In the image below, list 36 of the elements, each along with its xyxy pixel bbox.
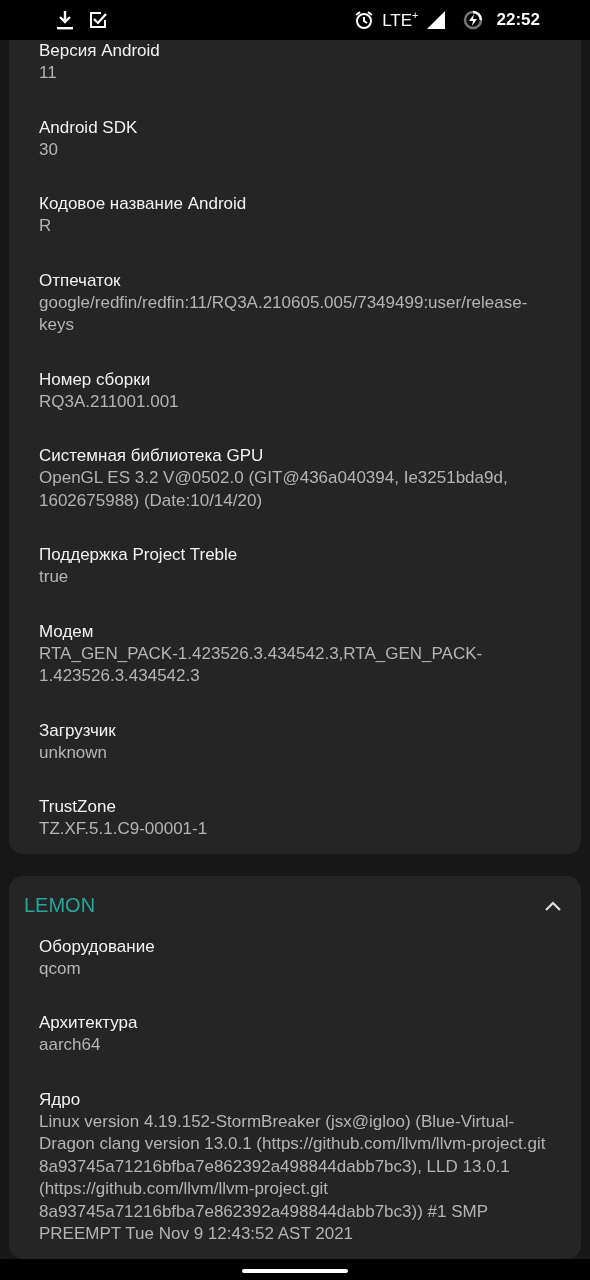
property-label: Модем (39, 620, 95, 643)
property-value: 11 (39, 62, 58, 84)
property-label: Кодовое название Android (39, 193, 248, 215)
clock-time: 22:52 (496, 10, 540, 30)
home-handle[interactable] (242, 1268, 348, 1273)
property-label: Загрузчик (39, 719, 117, 742)
battery-saver-icon (462, 10, 483, 30)
property-value: qcom (39, 957, 82, 980)
chevron-up-icon[interactable] (545, 900, 561, 911)
property-label: Ядро (39, 1088, 82, 1111)
property-value: TZ.XF.5.1.C9-00001-1 (39, 818, 209, 840)
property-label: Android SDK (39, 116, 139, 139)
property-value: 30 (39, 138, 59, 161)
signal-icon (426, 11, 445, 29)
property-value: true (39, 566, 70, 588)
network-type: LTE$^{+}$ (382, 9, 419, 31)
property-value: Linux version 4.19.152-StormBreaker (jsx@igloo) (Blue-Virtual-Dragon clang version 13.0.1 (https://github.com/llvm/llvm-project.git 8a93745a71216bfba7e862392a498844dabb7bc3), LLD 13.0.1 (https://github.com/llvm/llvm-project.git 8a93745a71216bfba7e862392a498844dabb7bc3)) #1 SMP PREEMPT Tue Nov 9 12:43:52 AST 2021 (39, 1110, 547, 1245)
property-value: unknown (39, 741, 109, 764)
section-title: LEMON (24, 894, 96, 917)
property-value: RTA_GEN_PACK-1.423526.3.434542.3,RTA_GEN_PACK-1.423526.3.434542.3 (39, 642, 484, 687)
property-label: Оборудование (39, 935, 156, 958)
property-label: Версия Android (39, 40, 161, 62)
property-label: Номер сборки (39, 368, 152, 391)
property-value: RQ3A.211001.001 (39, 390, 180, 413)
property-label: Архитектура (39, 1012, 139, 1034)
property-label: Системная библиотека GPU (39, 445, 265, 467)
property-value: OpenGL ES 3.2 V@0502.0 (GIT@436a040394, Ie3251bda9d, 1602675988) (Date:10/14/20) (39, 467, 509, 512)
property-label: Поддержка Project Treble (39, 544, 239, 566)
download-icon (56, 10, 74, 30)
property-label: Отпечаток (39, 269, 122, 292)
property-value: R (39, 215, 53, 237)
property-value: google/redfin/redfin:11/RQ3A.210605.005/7349499:user/release-keys (39, 291, 529, 336)
property-value: aarch64 (39, 1034, 102, 1056)
property-label: TrustZone (39, 796, 117, 818)
alarm-clock-icon (354, 10, 375, 30)
checkbox-icon (88, 10, 108, 30)
